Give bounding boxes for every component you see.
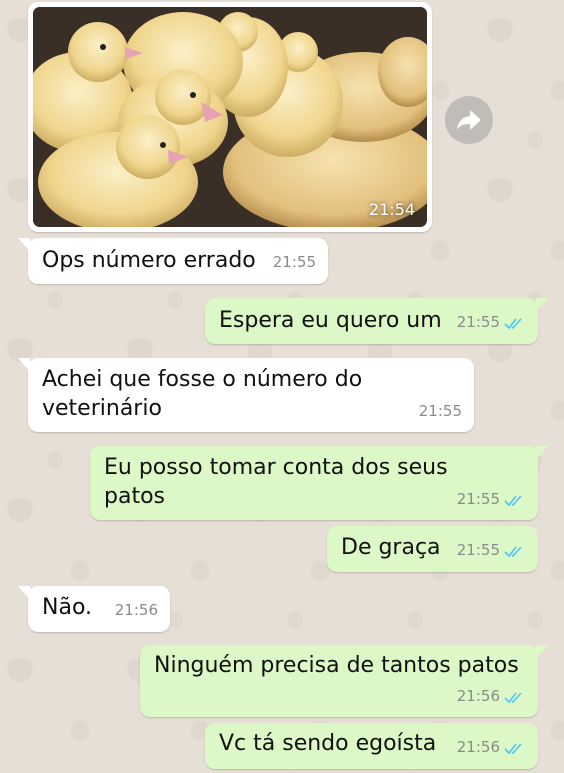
message-outgoing[interactable]: Vc tá sendo egoísta 21:56 [205, 723, 538, 769]
forward-button[interactable] [445, 96, 493, 144]
ducklings-photo[interactable]: 21:54 [33, 7, 427, 227]
message-meta: 21:56 [115, 596, 158, 625]
double-check-icon [504, 317, 522, 329]
message-text: Eu posso tomar conta dos seus patos [104, 455, 448, 509]
message-incoming[interactable]: Achei que fosse o número do veterinário … [18, 358, 474, 432]
message-text: Vc tá sendo egoísta [219, 731, 437, 756]
message-time: 21:55 [418, 402, 462, 420]
message-text: Achei que fosse o número do veterinário [42, 367, 363, 421]
image-message[interactable]: 21:54 [28, 2, 432, 232]
message-meta: 21:55 [457, 308, 526, 337]
message-text: De graça [341, 535, 441, 560]
message-outgoing[interactable]: Espera eu quero um 21:55 [205, 298, 548, 344]
message-time: 21:55 [272, 253, 316, 271]
message-meta: 21:56 [457, 733, 526, 762]
message-time: 21:55 [456, 313, 500, 331]
double-check-icon [504, 494, 522, 506]
message-time: 21:56 [456, 687, 500, 705]
message-text: Não. [42, 595, 93, 620]
message-time: 21:56 [114, 601, 158, 619]
message-meta: 21:55 [457, 485, 526, 514]
message-meta: 21:55 [273, 248, 316, 277]
message-outgoing[interactable]: De graça 21:55 [327, 526, 538, 572]
message-outgoing[interactable]: Ninguém precisa de tantos patos 21:56 [140, 645, 548, 717]
message-meta: 21:56 [457, 682, 526, 711]
message-incoming[interactable]: Não. 21:56 [18, 586, 170, 632]
message-time: 21:56 [456, 738, 500, 756]
image-timestamp: 21:54 [368, 200, 415, 219]
message-text: Ninguém precisa de tantos patos [154, 653, 519, 678]
double-check-icon [504, 691, 522, 703]
message-text: Ops número errado [42, 248, 256, 273]
double-check-icon [504, 545, 522, 557]
message-time: 21:55 [456, 490, 500, 508]
message-outgoing[interactable]: Eu posso tomar conta dos seus patos 21:5… [90, 446, 548, 520]
double-check-icon [504, 742, 522, 754]
message-time: 21:55 [456, 541, 500, 559]
ducklings-image [33, 7, 427, 227]
message-text: Espera eu quero um [219, 308, 442, 333]
forward-arrow-icon [457, 110, 481, 130]
message-meta: 21:55 [457, 536, 526, 565]
message-meta: 21:55 [419, 397, 462, 426]
message-incoming[interactable]: Ops número errado 21:55 [18, 238, 328, 284]
